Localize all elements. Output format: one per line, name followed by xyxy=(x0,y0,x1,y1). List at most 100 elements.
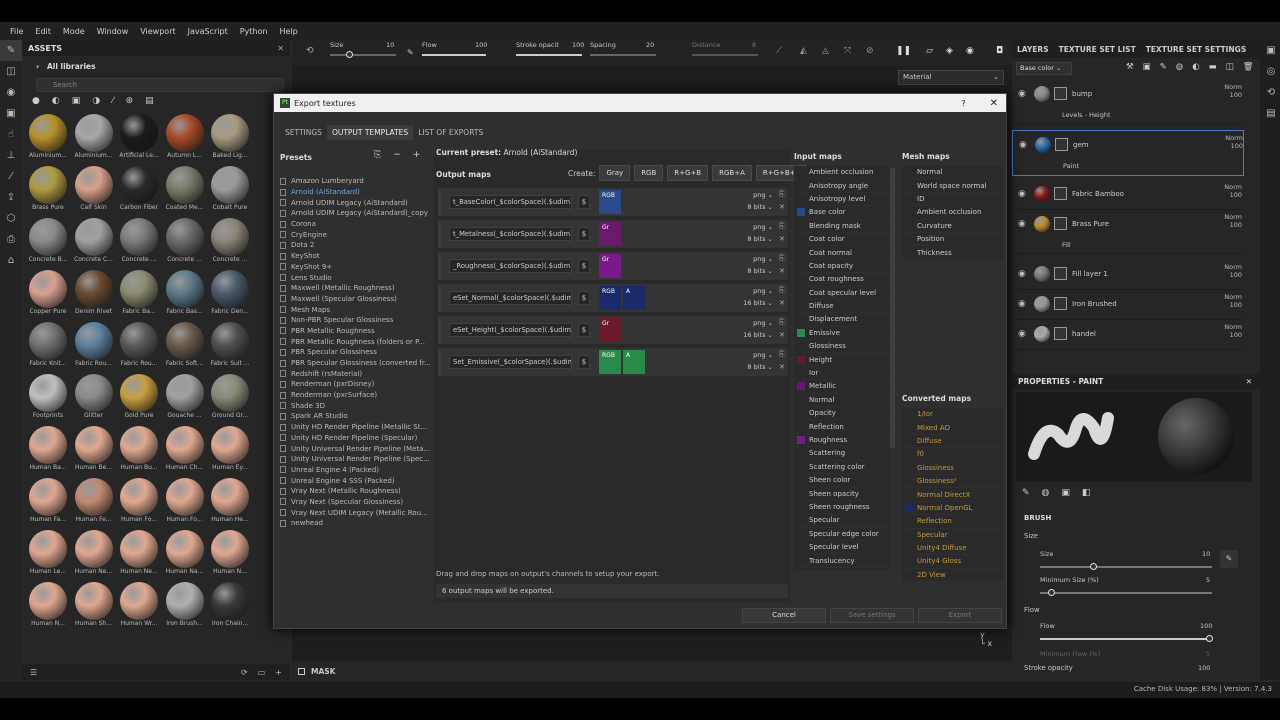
material-swatch[interactable]: Footprints xyxy=(28,374,68,419)
color-picker-icon[interactable]: ⁄ xyxy=(0,166,22,187)
input-map-item[interactable]: Sheen opacity xyxy=(794,487,890,501)
bit-depth-select[interactable]: 16 bits ⌄ xyxy=(731,331,773,339)
layer-row[interactable]: ◉ Iron Brushed Norm 100 xyxy=(1012,290,1244,320)
material-swatch[interactable]: Fabric Suit ... xyxy=(210,322,250,367)
material-swatch[interactable]: Human Fo... xyxy=(165,478,205,523)
layer-row[interactable]: ◉ bump Norm 100 Levels - Height xyxy=(1012,80,1244,124)
preset-item[interactable]: Amazon Lumberyard xyxy=(280,176,430,187)
converted-map-item[interactable]: Specular xyxy=(902,528,1004,542)
material-swatch[interactable]: Human Ch... xyxy=(165,426,205,471)
input-map-item[interactable]: Normal xyxy=(794,393,890,408)
list-view-icon[interactable]: ☰ xyxy=(30,668,37,677)
layer-blend[interactable]: Norm 100 xyxy=(1202,83,1242,99)
fill-layer-icon[interactable]: ◍ xyxy=(1176,62,1183,72)
layer-sub-effect[interactable]: Fill xyxy=(1062,241,1071,249)
bit-depth-select[interactable]: 8 bits ⌄ xyxy=(731,235,773,243)
layers-tab[interactable]: TEXTURE SET LIST xyxy=(1059,45,1136,54)
format-select[interactable]: png ⌄ xyxy=(737,223,773,231)
bit-depth-select[interactable]: 8 bits ⌄ xyxy=(731,363,773,371)
preset-item[interactable]: CryEngine xyxy=(280,229,430,240)
material-swatch[interactable]: Fabric Bas... xyxy=(165,270,205,315)
input-map-item[interactable]: Ambient occlusion xyxy=(794,166,890,180)
preset-item[interactable]: KeyShot 9+ xyxy=(280,262,430,273)
material-swatch[interactable]: Aluminium... xyxy=(74,114,114,159)
dialog-tab[interactable]: LIST OF EXPORTS xyxy=(413,125,488,140)
mesh-map-item[interactable]: Position xyxy=(902,232,1004,247)
converted-map-item[interactable]: Glossiness xyxy=(902,461,1004,475)
input-map-item[interactable]: Anisotropy level xyxy=(794,192,890,207)
format-select[interactable]: png ⌄ xyxy=(737,191,773,199)
layer-blend[interactable]: Norm 100 xyxy=(1202,323,1242,339)
particle-filter-icon[interactable]: ⊛ xyxy=(126,96,134,110)
mesh-map-item[interactable]: Thickness xyxy=(902,246,1004,260)
symmetry-icon[interactable]: ⟲ xyxy=(306,46,314,56)
converted-map-item[interactable]: 1/Ior xyxy=(902,408,1004,422)
history-icon[interactable]: ⟲ xyxy=(1260,82,1280,103)
remove-icon[interactable]: ✕ xyxy=(779,299,785,307)
input-map-item[interactable]: Scattering color xyxy=(794,460,890,474)
preset-item[interactable]: Unity HD Render Pipeline (Specular) xyxy=(280,433,430,444)
dialog-tab[interactable]: OUTPUT TEMPLATES xyxy=(326,125,414,140)
close-icon[interactable]: ✕ xyxy=(990,98,998,109)
visibility-eye-icon[interactable]: ◉ xyxy=(1018,299,1026,309)
material-swatch[interactable]: Human Fe... xyxy=(74,478,114,523)
preset-item[interactable]: PBR Specular Glossiness (converted fr... xyxy=(280,358,430,369)
material-swatch[interactable]: Glitter xyxy=(74,374,114,419)
log-icon[interactable]: ▤ xyxy=(1260,103,1280,124)
material-swatch[interactable]: Concrete ... xyxy=(210,218,250,263)
mesh-map-item[interactable]: Normal xyxy=(902,166,1004,180)
input-map-item[interactable]: Diffuse xyxy=(794,299,890,314)
preset-item[interactable]: Shade 3D xyxy=(280,400,430,411)
export-button[interactable]: Export xyxy=(918,608,1002,623)
input-map-item[interactable]: Coat color xyxy=(794,232,890,247)
preset-item[interactable]: Maxwell (Metallic Roughness) xyxy=(280,283,430,294)
copy-icon[interactable]: ⎘ xyxy=(779,190,785,199)
bit-depth-select[interactable]: 16 bits ⌄ xyxy=(731,299,773,307)
create-button[interactable]: R+G+B xyxy=(667,165,709,181)
input-map-item[interactable]: Coat specular level xyxy=(794,286,890,300)
paint-brush-icon[interactable]: ✎ xyxy=(0,40,22,61)
flow-slider[interactable] xyxy=(422,54,486,56)
preset-item[interactable]: Corona xyxy=(280,219,430,230)
material-swatch[interactable]: Copper Pure xyxy=(28,270,68,315)
pen-pressure-icon[interactable]: ✎ xyxy=(1220,550,1238,568)
remove-icon[interactable]: ✕ xyxy=(779,235,785,243)
bit-depth-select[interactable]: 8 bits ⌄ xyxy=(731,203,773,211)
bit-depth-select[interactable]: 8 bits ⌄ xyxy=(731,267,773,275)
flow-prop-slider[interactable] xyxy=(1040,635,1213,642)
view-icon[interactable]: ◬ xyxy=(822,46,829,56)
channel-slot[interactable]: Gr xyxy=(599,254,621,278)
preset-item[interactable]: PBR Metallic Roughness xyxy=(280,326,430,337)
close-icon[interactable]: ✕ xyxy=(277,44,284,53)
duplicate-icon[interactable]: ◫ xyxy=(1226,62,1234,72)
preset-item[interactable]: Unity Universal Render Pipeline (Meta... xyxy=(280,443,430,454)
preset-item[interactable]: Unity Universal Render Pipeline (Spec... xyxy=(280,454,430,465)
converted-map-item[interactable]: f0 xyxy=(902,448,1004,462)
texture-filter-icon[interactable]: ◑ xyxy=(92,96,100,110)
preset-item[interactable]: Dota 2 xyxy=(280,240,430,251)
converted-map-item[interactable]: Normal DirectX xyxy=(902,488,1004,502)
converted-map-item[interactable]: Diffuse xyxy=(902,434,1004,449)
material-swatch[interactable]: Gouache ... xyxy=(165,374,205,419)
channel-slot[interactable]: RGB xyxy=(599,350,621,374)
material-swatch[interactable]: Iron Chain... xyxy=(210,582,250,627)
material-swatch[interactable]: Gold Pure xyxy=(119,374,159,419)
input-map-item[interactable]: Specular level xyxy=(794,540,890,555)
spacing-slider[interactable] xyxy=(590,54,656,56)
delete-icon[interactable]: 🗑 xyxy=(1243,62,1254,72)
input-map-item[interactable]: Height xyxy=(794,353,890,367)
mesh-map-item[interactable]: Ambient occlusion xyxy=(902,206,1004,220)
material-swatch[interactable]: Baked Lig... xyxy=(210,114,250,159)
output-filename-field[interactable]: _Roughness(_$colorSpace)(.$udim) xyxy=(449,259,572,273)
smudge-icon[interactable]: ☝ xyxy=(0,124,22,145)
refresh-icon[interactable]: ⟳ xyxy=(241,668,248,677)
material-swatch[interactable]: Fabric Den... xyxy=(210,270,250,315)
preset-item[interactable]: Renderman (pxrDisney) xyxy=(280,379,430,390)
preset-item[interactable]: Arnold UDIM Legacy (AiStandard) xyxy=(280,197,430,208)
material-swatch[interactable]: Aluminium... xyxy=(28,114,68,159)
visibility-eye-icon[interactable]: ◉ xyxy=(1018,269,1026,279)
input-map-item[interactable]: Specular edge color xyxy=(794,527,890,541)
stencil-icon[interactable]: ⊘ xyxy=(866,46,874,56)
insert-variable-button[interactable]: $ xyxy=(578,323,590,337)
input-map-item[interactable]: Coat normal xyxy=(794,246,890,260)
